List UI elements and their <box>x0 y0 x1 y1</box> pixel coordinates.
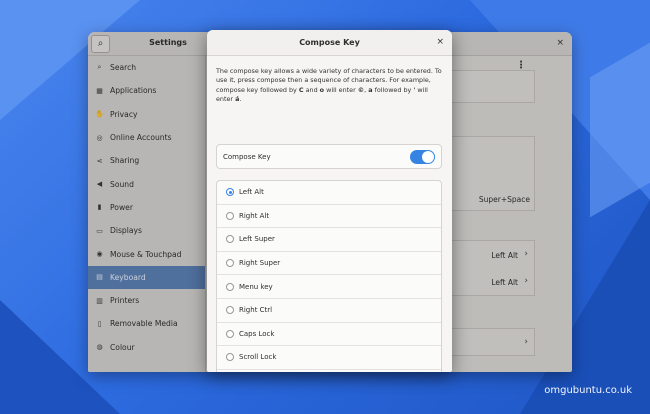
radio-button[interactable] <box>226 306 234 315</box>
option-label: Menu key <box>239 282 273 291</box>
compose-key-toggle-row: Compose Key <box>216 144 442 169</box>
compose-key-options-list: Left Alt Right Alt Left Super Right Super Me… <box>216 180 442 372</box>
compose-key-toggle-label: Compose Key <box>223 153 271 161</box>
dialog-title: Compose Key <box>299 38 360 47</box>
description-text: will enter <box>324 85 358 94</box>
compose-key-dialog: Compose Key × The compose key allows a w… <box>207 30 452 372</box>
compose-key-switch[interactable] <box>410 150 435 164</box>
dialog-close-icon[interactable]: × <box>436 37 444 47</box>
option-label: Scroll Lock <box>239 353 277 362</box>
option-scroll-lock[interactable]: Scroll Lock <box>217 346 441 370</box>
radio-button[interactable] <box>226 282 234 291</box>
option-menu-key[interactable]: Menu key <box>217 275 441 299</box>
option-label: Right Alt <box>239 211 270 220</box>
option-print-screen[interactable]: Print Screen <box>217 370 441 372</box>
radio-button[interactable] <box>226 353 234 362</box>
option-left-super[interactable]: Left Super <box>217 228 441 252</box>
description-text: and <box>303 85 320 94</box>
watermark: omgubuntu.co.uk <box>544 385 632 396</box>
option-label: Left Alt <box>239 188 264 197</box>
option-right-alt[interactable]: Right Alt <box>217 205 441 229</box>
radio-button[interactable] <box>226 211 234 220</box>
radio-button[interactable] <box>226 259 234 268</box>
dialog-header: Compose Key × <box>207 30 452 56</box>
switch-knob <box>422 151 434 163</box>
option-label: Left Super <box>239 235 275 244</box>
radio-button[interactable] <box>226 329 234 338</box>
dialog-description: The compose key allows a wide variety of… <box>216 67 446 104</box>
option-label: Right Super <box>239 259 281 268</box>
option-caps-lock[interactable]: Caps Lock <box>217 323 441 347</box>
radio-button[interactable] <box>226 235 234 244</box>
option-label: Right Ctrl <box>239 306 273 315</box>
option-label: Caps Lock <box>239 329 275 338</box>
description-text: followed by <box>372 85 414 94</box>
radio-button[interactable] <box>226 188 234 197</box>
option-right-super[interactable]: Right Super <box>217 252 441 276</box>
option-right-ctrl[interactable]: Right Ctrl <box>217 299 441 323</box>
option-left-alt[interactable]: Left Alt <box>217 181 441 205</box>
description-text: . <box>239 94 242 103</box>
